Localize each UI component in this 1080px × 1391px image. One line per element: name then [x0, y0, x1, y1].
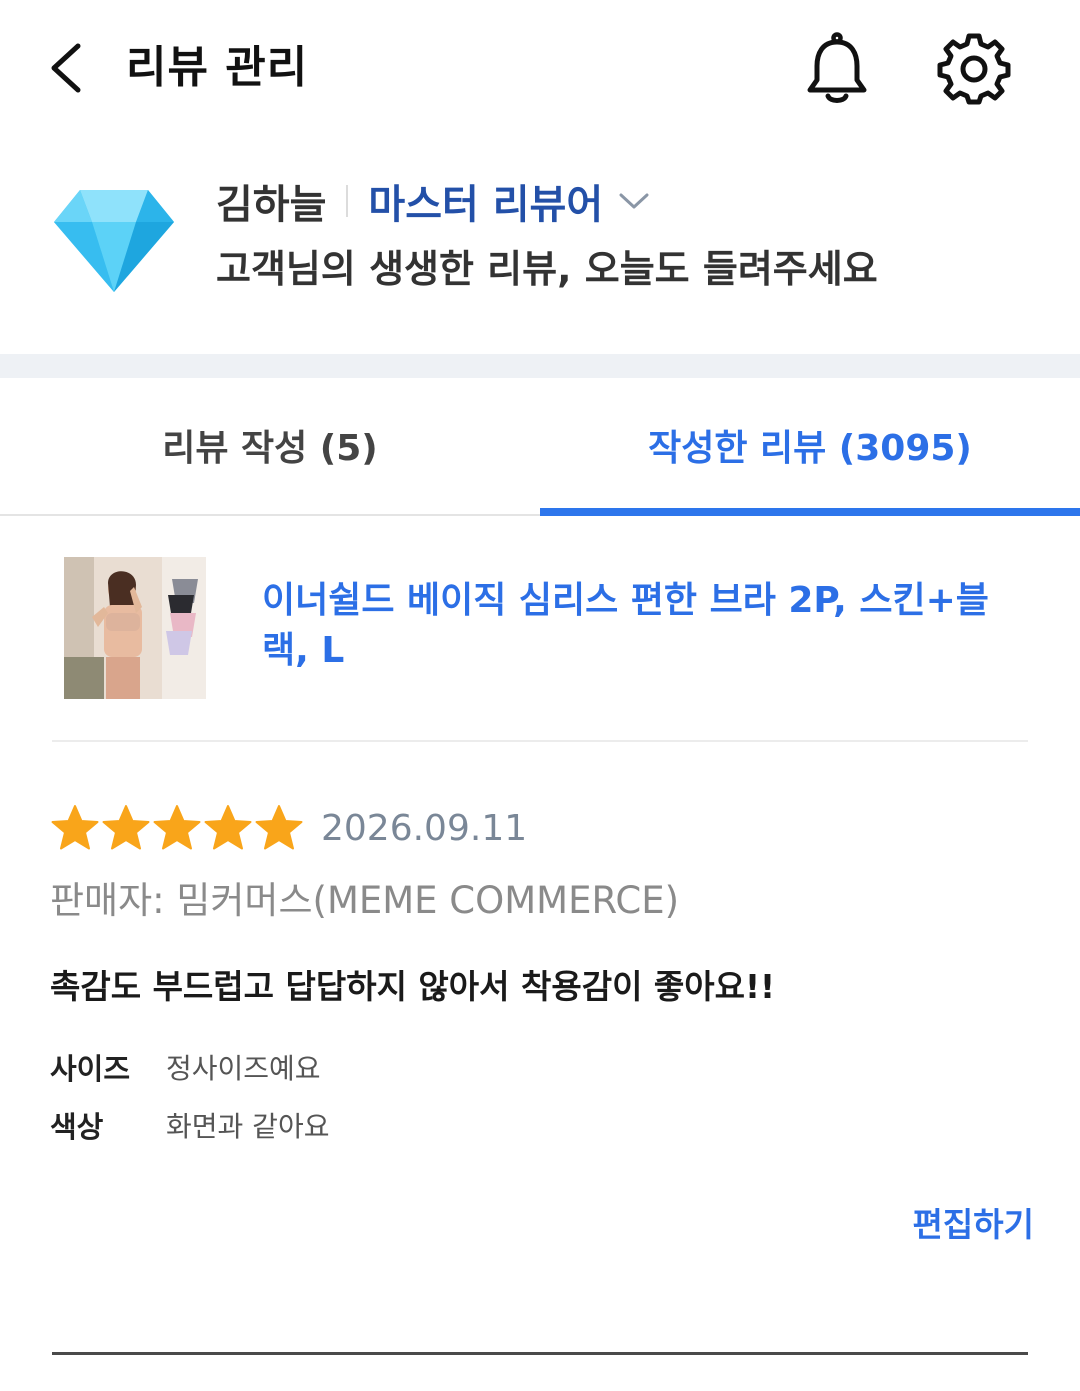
profile-header: 김하늘 마스터 리뷰어	[216, 174, 651, 228]
chevron-down-icon[interactable]	[617, 190, 651, 212]
page-title: 리뷰 관리	[126, 42, 309, 93]
divider	[52, 1352, 1028, 1355]
star-icon	[102, 805, 150, 850]
divider	[346, 185, 349, 217]
bell-icon	[807, 32, 867, 103]
star-icon	[153, 805, 201, 850]
user-name: 김하늘	[216, 182, 327, 228]
product-item: 이너쉴드 베이직 심리스 편한 브라 2P, 스킨+블랙, L	[0, 514, 1080, 742]
edit-review-button[interactable]: 편집하기	[913, 1198, 1034, 1246]
diamond-icon	[52, 186, 176, 294]
review-tabs: 리뷰 작성 (5) 작성한 리뷰 (3095)	[0, 378, 1080, 516]
divider	[52, 740, 1028, 742]
profile-message: 고객님의 생생한 리뷰, 오늘도 들려주세요	[216, 247, 878, 291]
product-image[interactable]	[64, 557, 206, 699]
attribute-value: 정사이즈예요	[166, 1052, 321, 1085]
star-rating	[50, 803, 305, 853]
seller-name: 판매자: 밈커머스(MEME COMMERCE)	[50, 879, 680, 922]
star-icon	[255, 805, 303, 850]
attribute-row-size: 사이즈 정사이즈예요	[50, 1044, 321, 1090]
section-divider	[0, 354, 1080, 378]
review-text: 촉감도 부드럽고 답답하지 않아서 착용감이 좋아요!!	[50, 967, 776, 1006]
attribute-value: 화면과 같아요	[166, 1110, 330, 1143]
back-button[interactable]	[40, 36, 100, 100]
reviewer-profile: 김하늘 마스터 리뷰어 고객님의 생생한 리뷰, 오늘도 들려주세요	[0, 150, 1080, 350]
chevron-left-icon	[51, 43, 81, 93]
review-date: 2026.09.11	[321, 807, 528, 849]
tab-written-reviews[interactable]: 작성한 리뷰 (3095)	[540, 378, 1080, 512]
attribute-label: 색상	[50, 1110, 104, 1144]
rating-row: 2026.09.11	[50, 800, 527, 856]
attribute-label: 사이즈	[50, 1052, 131, 1086]
attribute-row-color: 색상 화면과 같아요	[50, 1102, 329, 1148]
star-icon	[51, 805, 99, 850]
gear-icon	[937, 33, 1011, 105]
product-name-link[interactable]: 이너쉴드 베이직 심리스 편한 브라 2P, 스킨+블랙, L	[262, 576, 1032, 676]
settings-button[interactable]	[936, 30, 1012, 106]
reviewer-grade[interactable]: 마스터 리뷰어	[368, 172, 603, 230]
tab-write-review[interactable]: 리뷰 작성 (5)	[0, 378, 540, 512]
star-icon	[204, 805, 252, 850]
notification-button[interactable]	[800, 30, 874, 108]
top-app-bar: 리뷰 관리	[0, 0, 1080, 135]
